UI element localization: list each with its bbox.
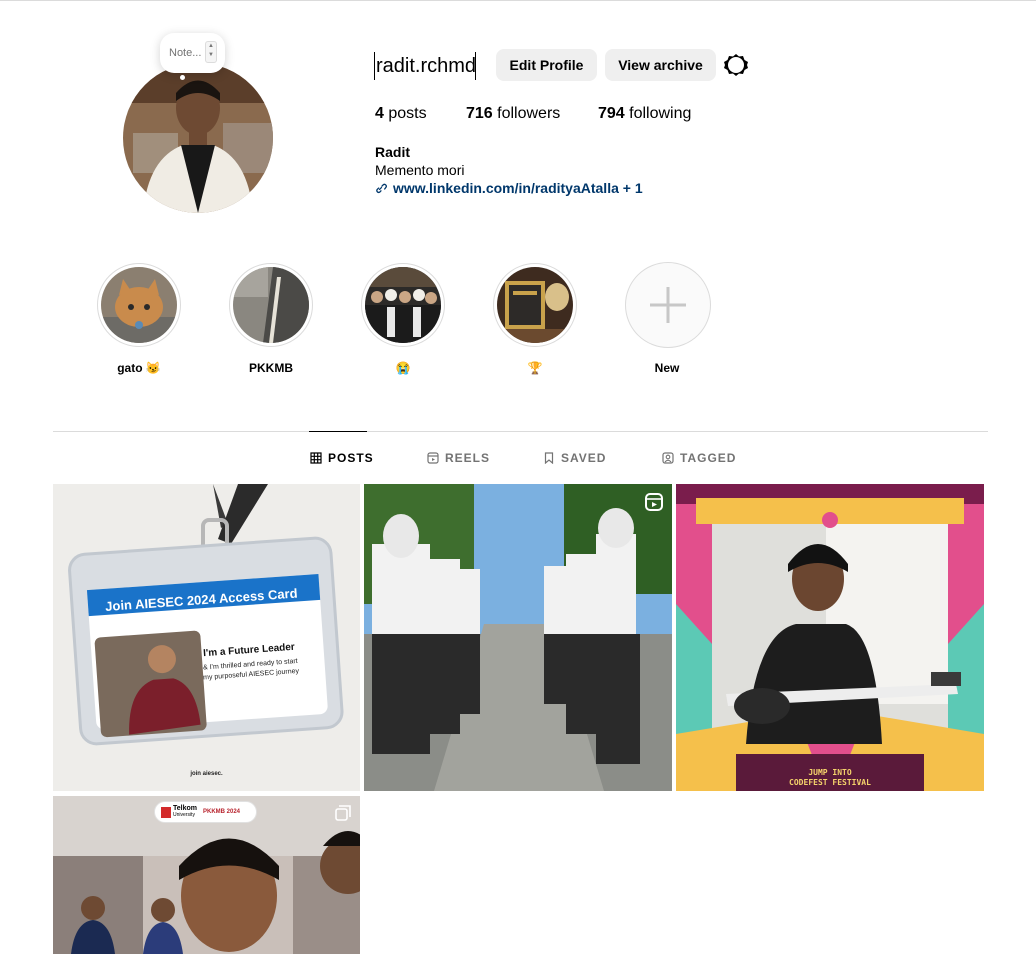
codefest-line2: CODEFEST FESTIVAL — [789, 778, 871, 787]
followers-count[interactable]: 716 followers — [466, 105, 560, 123]
highlight-cry[interactable] — [361, 263, 445, 347]
highlight-gato[interactable] — [97, 263, 181, 347]
reels-icon — [427, 452, 439, 464]
new-highlight-label: New — [654, 361, 680, 375]
telkom-pkkmb-badge: Telkom University PKKMB 2024 — [154, 801, 257, 823]
following-count[interactable]: 794 following — [598, 105, 691, 123]
tab-tagged[interactable]: TAGGED — [662, 451, 736, 465]
highlight-label: 😭 — [395, 361, 411, 375]
profile-avatar[interactable] — [123, 63, 273, 213]
edit-profile-button[interactable]: Edit Profile — [496, 49, 597, 81]
link-icon — [376, 183, 387, 193]
tab-reels[interactable]: REELS — [427, 451, 490, 465]
highlight-label: gato 😼 — [117, 361, 161, 375]
profile-name: Radit — [375, 144, 410, 160]
telkom-logo-icon — [161, 807, 171, 818]
pkkmb-brand: PKKMB 2024 — [203, 809, 241, 815]
tabs-divider — [53, 431, 988, 432]
codefest-line1: JUMP INTO — [808, 768, 852, 777]
top-border — [0, 0, 1036, 1]
reel-badge-icon — [645, 493, 663, 511]
tag-icon — [662, 452, 674, 464]
note-tail — [180, 75, 185, 80]
post-selfie[interactable]: Telkom University PKKMB 2024 — [53, 796, 360, 954]
telkom-brand-sub: University — [173, 812, 195, 818]
highlight-label: 🏆 — [527, 361, 543, 375]
active-tab-indicator — [309, 431, 367, 432]
profile-link-text[interactable]: www.linkedin.com/in/radityaAtalla + 1 — [393, 180, 643, 196]
highlight-trophy[interactable] — [493, 263, 577, 347]
note-stepper-icon[interactable]: ▲ ▼ — [205, 41, 217, 63]
highlight-pkkmb[interactable] — [229, 263, 313, 347]
posts-count: 4 posts — [375, 105, 427, 122]
tab-posts[interactable]: POSTS — [310, 451, 374, 465]
username-field[interactable]: radit.rchmd — [374, 52, 476, 80]
bookmark-icon — [544, 452, 554, 464]
note-bubble[interactable]: Note... ▲ ▼ — [160, 33, 225, 73]
post-pkkmb-line[interactable] — [364, 484, 672, 791]
aiesec-footer: join aiesec. — [190, 771, 223, 777]
multi-photo-icon — [335, 805, 351, 821]
new-highlight-button[interactable] — [625, 262, 711, 348]
view-archive-button[interactable]: View archive — [605, 49, 716, 81]
settings-gear-icon[interactable] — [723, 52, 749, 78]
profile-link[interactable]: www.linkedin.com/in/radityaAtalla + 1 — [374, 180, 643, 196]
post-aiesec[interactable]: Join AIESEC 2024 Access Card I'm a Futur… — [53, 484, 360, 791]
profile-bio: Memento mori — [375, 162, 465, 178]
note-input[interactable]: Note... — [169, 47, 201, 59]
highlight-label: PKKMB — [249, 361, 293, 375]
telkom-brand: Telkom — [173, 805, 197, 812]
grid-icon — [310, 452, 322, 464]
post-codefest[interactable]: JUMP INTO CODEFEST FESTIVAL — [676, 484, 984, 791]
tab-saved[interactable]: SAVED — [543, 451, 606, 465]
plus-icon — [650, 287, 686, 323]
